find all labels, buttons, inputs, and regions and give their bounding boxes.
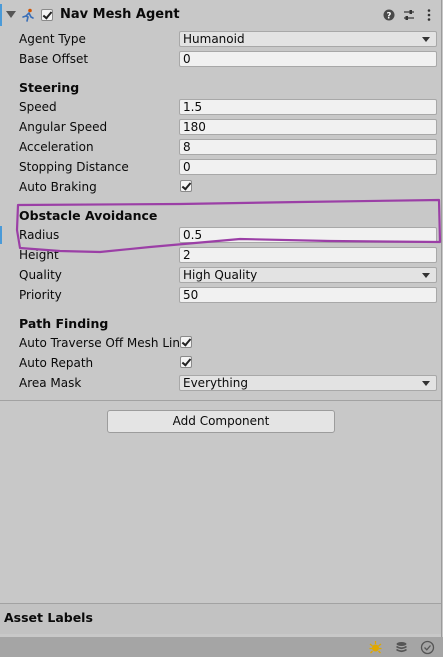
dropdown-arrow-icon [422, 273, 430, 278]
area-mask-dropdown[interactable]: Everything [179, 375, 437, 391]
asset-labels-section[interactable]: Asset Labels [0, 603, 441, 634]
stopping-distance-input[interactable]: 0 [179, 159, 437, 175]
steering-header: Steering [19, 80, 80, 95]
svg-text:?: ? [387, 11, 392, 21]
quality-label: Quality [19, 268, 62, 282]
agent-type-value: Humanoid [183, 32, 245, 46]
height-label: Height [19, 248, 59, 262]
check-icon [181, 336, 192, 347]
auto-traverse-label: Auto Traverse Off Mesh Link [19, 336, 179, 350]
base-offset-input[interactable]: 0 [179, 51, 437, 67]
quality-value: High Quality [183, 268, 258, 282]
angular-speed-label: Angular Speed [19, 120, 108, 134]
presets-icon[interactable] [402, 8, 416, 22]
selection-marker [0, 226, 2, 244]
auto-repath-label: Auto Repath [19, 356, 94, 370]
agent-type-label: Agent Type [19, 32, 86, 46]
check-icon [181, 180, 192, 191]
status-check-icon[interactable] [420, 640, 435, 655]
priority-input[interactable]: 50 [179, 287, 437, 303]
status-bar [0, 637, 443, 657]
base-offset-label: Base Offset [19, 52, 89, 66]
header-accent [0, 4, 2, 26]
dropdown-arrow-icon [422, 37, 430, 42]
auto-repath-checkbox[interactable] [180, 356, 192, 368]
add-component-button[interactable]: Add Component [107, 410, 335, 433]
speed-input[interactable]: 1.5 [179, 99, 437, 115]
navmesh-agent-icon [22, 8, 34, 22]
radius-label: Radius [19, 228, 60, 242]
more-icon[interactable] [422, 8, 436, 22]
path-finding-header: Path Finding [19, 316, 109, 331]
help-icon[interactable]: ? [382, 8, 396, 22]
auto-braking-checkbox[interactable] [180, 180, 192, 192]
radius-input[interactable]: 0.5 [179, 227, 437, 243]
check-icon [181, 356, 192, 367]
acceleration-input[interactable]: 8 [179, 139, 437, 155]
debug-bug-icon[interactable] [368, 640, 383, 655]
auto-braking-label: Auto Braking [19, 180, 97, 194]
acceleration-label: Acceleration [19, 140, 94, 154]
layers-icon[interactable] [394, 640, 409, 655]
stopping-distance-label: Stopping Distance [19, 160, 129, 174]
obstacle-avoidance-header: Obstacle Avoidance [19, 208, 158, 223]
area-mask-value: Everything [183, 376, 248, 390]
height-input[interactable]: 2 [179, 247, 437, 263]
area-mask-label: Area Mask [19, 376, 82, 390]
foldout-arrow-icon[interactable] [6, 11, 16, 18]
inspector-panel: Nav Mesh Agent ? Agent Type Humanoid Bas… [0, 0, 442, 657]
priority-label: Priority [19, 288, 62, 302]
component-title: Nav Mesh Agent [60, 7, 180, 22]
asset-labels-title: Asset Labels [4, 610, 93, 625]
agent-type-dropdown[interactable]: Humanoid [179, 31, 437, 47]
angular-speed-input[interactable]: 180 [179, 119, 437, 135]
component-divider [0, 400, 441, 401]
dropdown-arrow-icon [422, 381, 430, 386]
auto-traverse-checkbox[interactable] [180, 336, 192, 348]
quality-dropdown[interactable]: High Quality [179, 267, 437, 283]
component-header[interactable]: Nav Mesh Agent ? [0, 4, 441, 26]
check-icon [42, 9, 53, 20]
component-enabled-checkbox[interactable] [41, 9, 53, 21]
speed-label: Speed [19, 100, 57, 114]
